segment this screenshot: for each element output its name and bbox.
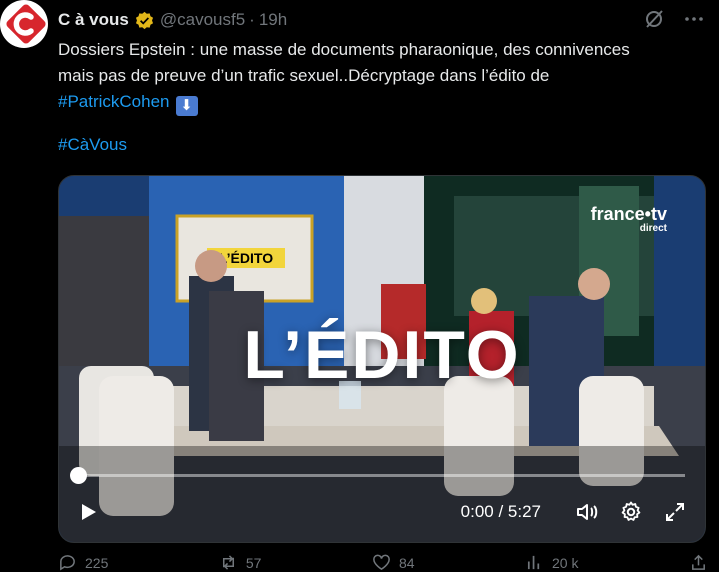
views-chart-icon bbox=[527, 555, 540, 570]
repost-count: 57 bbox=[245, 554, 262, 571]
progress-knob[interactable] bbox=[70, 467, 87, 484]
france-tv-logo: france•tv direct bbox=[591, 204, 667, 234]
views-action[interactable]: 20 k bbox=[525, 553, 578, 572]
tweet-action-bar: 225 57 84 20 k bbox=[58, 553, 708, 572]
tweet-text-line-2: mais pas de preuve d’un trafic sexuel..D… bbox=[58, 66, 550, 85]
play-icon[interactable] bbox=[77, 501, 99, 523]
video-controls: 0:00 / 5:27 bbox=[77, 498, 687, 526]
reply-count: 225 bbox=[85, 554, 109, 571]
like-action[interactable]: 84 bbox=[372, 553, 415, 572]
author-handle[interactable]: @cavousf5 bbox=[160, 10, 245, 30]
tweet-top-actions bbox=[643, 8, 705, 30]
reply-action[interactable]: 225 bbox=[58, 553, 108, 572]
screen-edito-label: L’ÉDITO bbox=[219, 250, 273, 266]
time-readout: 0:00 / 5:27 bbox=[460, 502, 541, 521]
video-player[interactable]: L’ÉDITO france•tv direct L’ÉDITO 0:00 / … bbox=[58, 175, 706, 543]
author-name[interactable]: C à vous bbox=[58, 10, 129, 30]
c-a-vous-logo bbox=[6, 4, 46, 44]
tweet-text-line-3: #PatrickCohen ⬇ bbox=[58, 89, 708, 116]
share-icon bbox=[692, 554, 705, 570]
repost-action[interactable]: 57 bbox=[219, 553, 262, 572]
video-overlay-title: L’ÉDITO bbox=[243, 317, 521, 393]
down-arrow-emoji-icon: ⬇ bbox=[175, 96, 198, 116]
hashtag-patrickcohen[interactable]: #PatrickCohen bbox=[58, 92, 170, 111]
progress-bar[interactable] bbox=[70, 467, 685, 484]
separator-dot: · bbox=[249, 10, 255, 29]
tweet-text: Dossiers Epstein : une masse de document… bbox=[58, 37, 708, 116]
more-options-icon[interactable] bbox=[683, 8, 705, 30]
hashtag-cavous[interactable]: #CàVous bbox=[58, 135, 127, 155]
repost-icon bbox=[222, 555, 234, 570]
channel-logo: france•tv bbox=[590, 204, 667, 224]
tweet-time[interactable]: 19h bbox=[259, 10, 287, 30]
tweet-text-line-1: Dossiers Epstein : une masse de document… bbox=[58, 40, 630, 59]
avatar[interactable] bbox=[0, 0, 48, 48]
channel-sub: direct bbox=[639, 223, 667, 234]
reply-icon bbox=[60, 555, 75, 571]
fullscreen-icon[interactable] bbox=[663, 500, 687, 524]
view-count: 20 k bbox=[552, 554, 579, 571]
share-action[interactable] bbox=[689, 553, 708, 572]
like-count: 84 bbox=[398, 554, 415, 571]
volume-icon[interactable] bbox=[575, 500, 599, 524]
grok-icon[interactable] bbox=[643, 8, 665, 30]
heart-icon bbox=[373, 554, 390, 571]
tweet-header: C à vous @cavousf5 · 19h bbox=[58, 8, 287, 32]
verified-badge-icon[interactable] bbox=[135, 11, 154, 30]
settings-gear-icon[interactable] bbox=[619, 500, 643, 524]
